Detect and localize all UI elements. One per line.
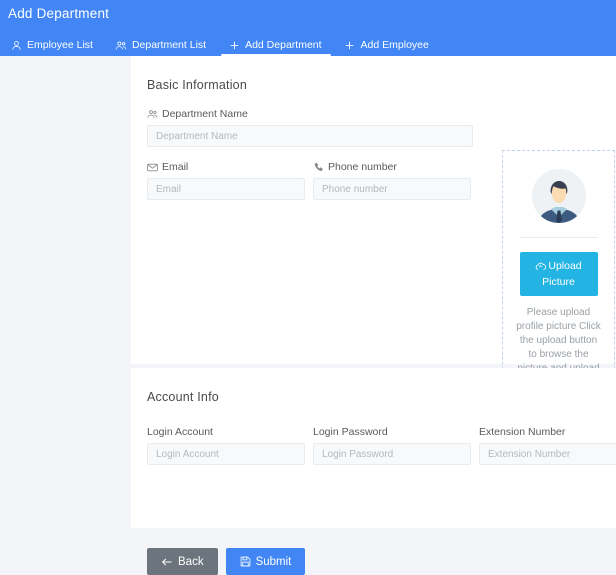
email-field-group: Email [147, 161, 305, 200]
app-header: Add Department Employee List Department … [0, 0, 616, 56]
tab-department-list[interactable]: Department List [105, 39, 218, 56]
arrow-left-icon [161, 557, 173, 567]
basic-information-form: Department Name Email [131, 108, 616, 390]
envelope-icon [147, 162, 158, 173]
form-actions: Back Submit [131, 548, 306, 575]
tab-label: Employee List [27, 39, 93, 51]
field-label-text: Department Name [162, 108, 248, 120]
extension-number-label: Extension Number [479, 426, 566, 438]
save-icon [240, 556, 251, 567]
field-label-text: Phone number [328, 161, 397, 173]
divider [519, 237, 598, 238]
phone-field-group: Phone number [313, 161, 471, 200]
upload-hint-text: Please upload profile picture Click the … [516, 307, 601, 374]
upload-button-label: Upload Picture [542, 260, 582, 288]
cloud-upload-icon [535, 261, 547, 275]
department-name-field-group: Department Name [147, 108, 473, 147]
login-password-field-group: Login Password [313, 426, 471, 465]
login-account-input[interactable] [147, 443, 305, 465]
extension-number-field-group: Extension Number [479, 426, 616, 465]
basic-information-card: Basic Information Department Name Depart… [131, 56, 616, 390]
upload-picture-button[interactable]: Upload Picture [519, 252, 598, 296]
login-password-input[interactable] [313, 443, 471, 465]
plus-icon [228, 39, 240, 51]
field-label-text: Email [162, 161, 189, 173]
tab-employee-list[interactable]: Employee List [0, 39, 105, 56]
users-icon [147, 109, 158, 120]
department-name-input[interactable] [147, 125, 473, 147]
basic-information-title: Basic Information [147, 78, 247, 92]
back-button[interactable]: Back [147, 548, 218, 575]
account-info-form: Login Account Login Password Extension N… [131, 426, 616, 465]
upload-picture-panel: Upload Picture Please upload profile pic… [502, 150, 615, 390]
email-input[interactable] [147, 178, 305, 200]
extension-number-input[interactable] [479, 443, 616, 465]
submit-button[interactable]: Submit [225, 548, 306, 575]
tab-label: Add Department [245, 39, 322, 51]
back-button-label: Back [178, 555, 204, 568]
department-name-label: Department Name [147, 108, 473, 120]
account-info-card: Account Info Login Account Login Passwor… [131, 368, 616, 528]
avatar [531, 169, 586, 223]
phone-icon [313, 162, 324, 173]
phone-input[interactable] [313, 178, 471, 200]
tab-label: Add Employee [360, 39, 429, 51]
email-label: Email [147, 161, 305, 173]
page-title: Add Department [8, 6, 110, 21]
phone-label: Phone number [313, 161, 471, 173]
user-icon [10, 39, 22, 51]
page-content: Basic Information Department Name Depart… [0, 56, 616, 575]
login-account-label: Login Account [147, 426, 213, 438]
users-icon [115, 39, 127, 51]
login-account-field-group: Login Account [147, 426, 305, 465]
tab-bar: Employee List Department List Add Depart… [0, 32, 441, 56]
plus-icon [344, 39, 356, 51]
tab-add-department[interactable]: Add Department [218, 39, 333, 56]
account-info-title: Account Info [147, 390, 219, 404]
submit-button-label: Submit [255, 555, 292, 568]
avatar-placeholder-icon [531, 169, 586, 223]
tab-label: Department List [131, 39, 207, 51]
login-password-label: Login Password [313, 426, 388, 438]
tab-add-employee[interactable]: Add Employee [334, 39, 441, 56]
